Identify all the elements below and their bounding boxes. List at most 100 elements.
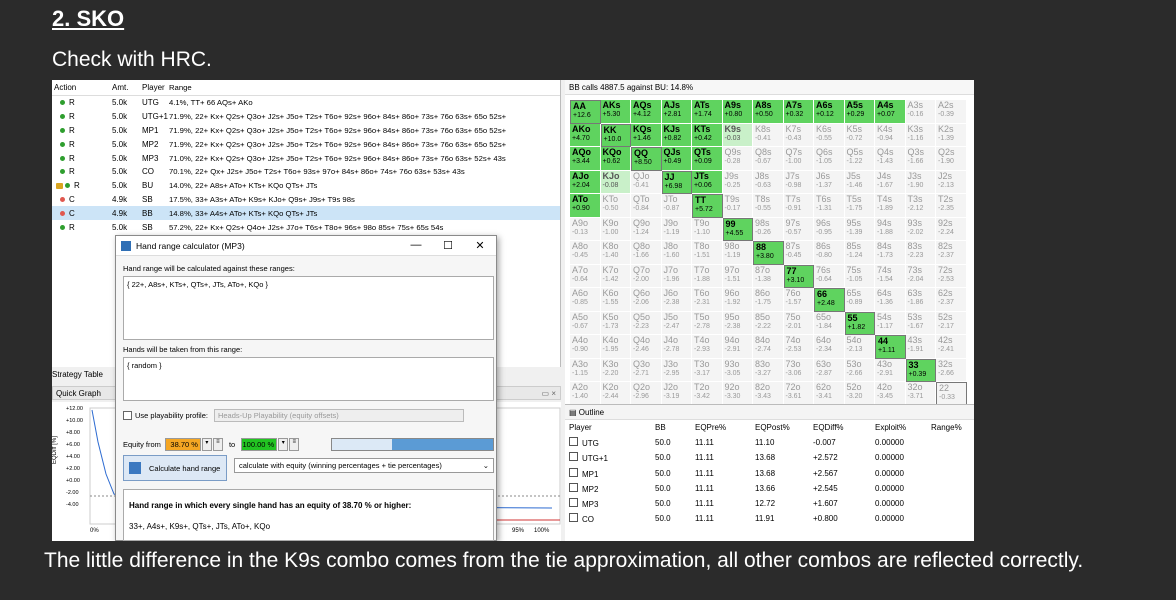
hand-cell[interactable]: T8s -0.55 <box>753 194 784 218</box>
outline-col-header[interactable]: Player <box>565 423 655 432</box>
action-row[interactable]: C 4.9k BB 14.8%, 33+ A4s+ ATo+ KTs+ KQo QTs… <box>52 206 560 221</box>
hand-cell[interactable]: 76o -1.57 <box>783 288 814 312</box>
hand-cell[interactable]: 62o -3.41 <box>814 382 845 406</box>
hand-cell[interactable]: 97o -1.51 <box>722 264 753 288</box>
hand-cell[interactable]: 85o -2.22 <box>753 311 784 335</box>
hand-cell[interactable]: J4o -2.78 <box>661 335 692 359</box>
hand-cell[interactable]: Q3s -1.66 <box>905 147 936 171</box>
hand-cell[interactable]: T8o -1.51 <box>692 241 723 265</box>
clear-icon-2[interactable]: ≡ <box>289 438 300 451</box>
hand-cell[interactable]: JTo -0.87 <box>661 194 692 218</box>
hand-cell[interactable]: A3s -0.16 <box>905 100 936 124</box>
hand-cell[interactable]: J4s -1.67 <box>875 170 906 194</box>
hand-cell[interactable]: J6s -1.37 <box>814 170 845 194</box>
hand-cell[interactable]: 32o -3.71 <box>905 382 936 406</box>
spin-down-icon-2[interactable]: ▾ <box>278 438 289 451</box>
hand-cell[interactable]: 84o -2.74 <box>753 335 784 359</box>
hand-cell[interactable]: 32s -2.66 <box>936 358 967 382</box>
hand-cell[interactable]: 54o -2.13 <box>844 335 875 359</box>
hand-cell[interactable]: K7o -1.42 <box>600 264 631 288</box>
hand-cell[interactable]: KQo +0.62 <box>600 147 631 171</box>
hand-cell[interactable]: T5s -1.75 <box>844 194 875 218</box>
hand-cell[interactable]: J2s -2.13 <box>936 170 967 194</box>
hand-cell[interactable]: J8s -0.63 <box>753 170 784 194</box>
hand-cell[interactable]: T4s -1.89 <box>875 194 906 218</box>
hand-cell[interactable]: 87o -1.38 <box>753 264 784 288</box>
action-row[interactable]: R 5.0k UTG+1 71.9%, 22+ Kx+ Q2s+ Q3o+ J2s+ … <box>52 110 560 124</box>
hand-cell[interactable]: K6s -0.55 <box>814 123 845 147</box>
hand-cell[interactable]: 52o -3.20 <box>844 382 875 406</box>
hand-cell[interactable]: K5s -0.72 <box>844 123 875 147</box>
outline-col-header[interactable]: Exploit% <box>875 423 931 432</box>
outline-row[interactable]: UTG+1 50.0 11.11 13.68 +2.572 0.00000 <box>565 450 974 465</box>
hand-cell[interactable]: Q2s -1.90 <box>936 147 967 171</box>
outline-row[interactable]: UTG 50.0 11.11 11.10 -0.007 0.00000 <box>565 435 974 450</box>
hand-cell[interactable]: A4s +0.07 <box>875 100 906 124</box>
action-row[interactable]: R 5.0k BU 14.0%, 22+ A8s+ ATo+ KTs+ KQo QTs… <box>52 179 560 193</box>
col-amt[interactable]: Amt. <box>112 83 142 92</box>
hand-cell[interactable]: K4o -1.95 <box>600 335 631 359</box>
action-row[interactable]: R 5.0k SB 57.2%, 22+ Kx+ Q2s+ Q4o+ J2s+ J7o… <box>52 220 560 234</box>
hand-cell[interactable]: Q9s -0.28 <box>722 147 753 171</box>
hand-cell[interactable]: J2o -3.19 <box>661 382 692 406</box>
hand-cell[interactable]: K8o -1.40 <box>600 241 631 265</box>
action-row[interactable]: R 5.0k MP1 71.9%, 22+ Kx+ Q2s+ Q3o+ J2s+ J5… <box>52 124 560 138</box>
player-checkbox[interactable] <box>569 467 578 477</box>
hand-cell[interactable]: 52s -2.17 <box>936 311 967 335</box>
method-select[interactable]: calculate with equity (winning percentag… <box>234 458 494 473</box>
hand-cell[interactable]: T9o -1.10 <box>692 217 723 241</box>
outline-col-header[interactable]: Range% <box>931 423 971 432</box>
hand-cell[interactable]: 82s -2.37 <box>936 241 967 265</box>
hand-cell[interactable]: 75s -1.05 <box>844 264 875 288</box>
action-row[interactable]: R 5.0k UTG 4.1%, TT+ 66 AQs+ AKo <box>52 96 560 110</box>
hand-cell[interactable]: A5s +0.29 <box>844 100 875 124</box>
hand-cell[interactable]: K2o -2.44 <box>600 382 631 406</box>
hand-cell[interactable]: T3o -3.17 <box>692 358 723 382</box>
hand-cell[interactable]: 92s -2.24 <box>936 217 967 241</box>
outline-col-header[interactable]: EQPost% <box>755 423 813 432</box>
playability-checkbox[interactable] <box>123 411 132 420</box>
col-action[interactable]: Action <box>54 83 112 92</box>
hand-cell[interactable]: AJo +2.04 <box>570 170 601 194</box>
hand-cell[interactable]: 42s -2.41 <box>936 335 967 359</box>
hand-cell[interactable]: T3s -2.12 <box>905 194 936 218</box>
hand-cell[interactable]: T7o -1.88 <box>692 264 723 288</box>
hand-cell[interactable]: K8s -0.41 <box>753 123 784 147</box>
hand-cell[interactable]: 62s -2.37 <box>936 288 967 312</box>
hand-cell[interactable]: 83o -3.27 <box>753 358 784 382</box>
hand-cell[interactable]: 64o -2.34 <box>814 335 845 359</box>
hand-cell[interactable]: K3o -2.20 <box>600 358 631 382</box>
hand-cell[interactable]: K4s -0.94 <box>875 123 906 147</box>
hand-cell[interactable]: 66 +2.48 <box>814 288 845 312</box>
hand-cell[interactable]: 86o -1.75 <box>753 288 784 312</box>
hand-cell[interactable]: A2s -0.39 <box>936 100 967 124</box>
hand-cell[interactable]: AQo +3.44 <box>570 147 601 171</box>
hand-cell[interactable]: 75o -2.01 <box>783 311 814 335</box>
calculate-hand-range-button[interactable]: Calculate hand range <box>123 455 227 481</box>
hand-cell[interactable]: J6o -2.38 <box>661 288 692 312</box>
hand-cell[interactable]: AA +12.6 <box>570 100 601 124</box>
hand-cell[interactable]: K9o -1.00 <box>600 217 631 241</box>
hand-cell[interactable]: T4o -2.93 <box>692 335 723 359</box>
hand-cell[interactable]: 87s -0.45 <box>783 241 814 265</box>
col-player[interactable]: Player <box>142 83 169 92</box>
hand-cell[interactable]: T9s -0.17 <box>722 194 753 218</box>
hand-cell[interactable]: Q4s -1.43 <box>875 147 906 171</box>
hand-cell[interactable]: K2s -1.39 <box>936 123 967 147</box>
against-ranges-field[interactable]: { 22+, A8s+, KTs+, QTs+, JTs, ATo+, KQo … <box>123 276 494 340</box>
action-row[interactable]: C 4.9k SB 17.5%, 33+ A3s+ ATo+ K9s+ KJo+ Q9… <box>52 193 560 207</box>
hand-cell[interactable]: 76s -0.64 <box>814 264 845 288</box>
hand-cell[interactable]: 42o -3.45 <box>875 382 906 406</box>
hand-cell[interactable]: QJo -0.41 <box>631 170 662 194</box>
dialog-titlebar[interactable]: Hand range calculator (MP3) — ☐ ✕ <box>116 236 496 256</box>
hand-cell[interactable]: A7o -0.64 <box>570 264 601 288</box>
taken-range-field[interactable]: { random } <box>123 357 494 401</box>
hand-cell[interactable]: AJs +2.81 <box>661 100 692 124</box>
hand-cell[interactable]: 94o -2.91 <box>722 335 753 359</box>
hand-cell[interactable]: 97s -0.57 <box>783 217 814 241</box>
outline-row[interactable]: MP2 50.0 11.11 13.66 +2.545 0.00000 <box>565 481 974 496</box>
hand-cell[interactable]: 77 +3.10 <box>783 264 814 288</box>
hand-cell[interactable]: 83s -2.23 <box>905 241 936 265</box>
hand-cell[interactable]: 93s -2.02 <box>905 217 936 241</box>
hand-cell[interactable]: 94s -1.88 <box>875 217 906 241</box>
